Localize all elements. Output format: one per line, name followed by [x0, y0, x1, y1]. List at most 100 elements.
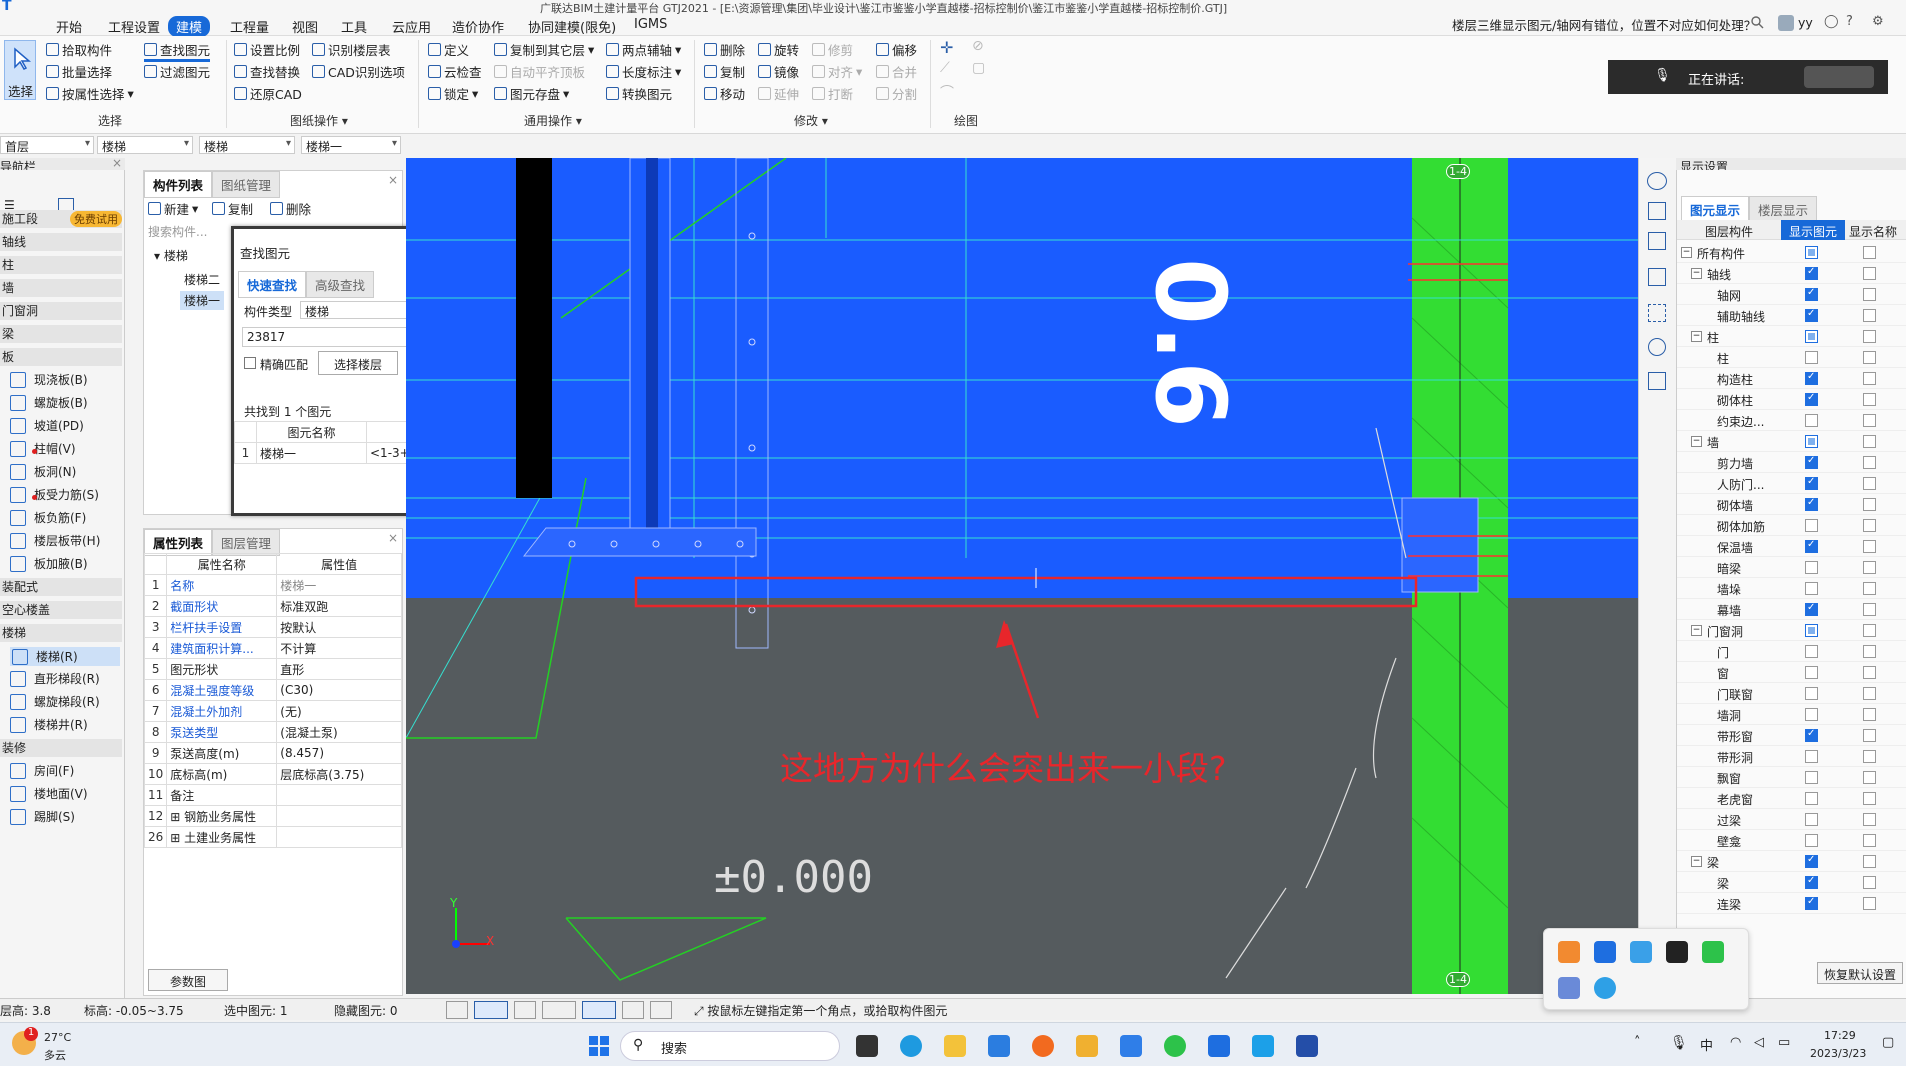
two-point-axis-button[interactable]: 两点辅轴 ▾ — [606, 40, 681, 59]
show-name-checkbox[interactable] — [1863, 519, 1876, 532]
orbit-icon[interactable] — [1647, 172, 1667, 190]
tree-item-stair-2[interactable]: 楼梯二 — [184, 271, 220, 288]
settings-icon[interactable]: ⚙ — [1872, 14, 1884, 29]
show-name-checkbox[interactable] — [1863, 351, 1876, 364]
show-element-checkbox[interactable] — [1805, 813, 1818, 826]
copy-button[interactable]: 复制 — [704, 62, 745, 81]
wechat-icon[interactable] — [1702, 941, 1724, 963]
batch-select-button[interactable]: 批量选择 — [46, 62, 112, 81]
menu-cost-collab[interactable]: 造价协作 — [444, 16, 512, 37]
search-icon[interactable] — [1750, 15, 1766, 31]
expand-icon[interactable]: ⊞ — [170, 831, 184, 845]
tree-root[interactable]: ▾ 楼梯 — [154, 247, 188, 264]
show-name-checkbox[interactable] — [1863, 330, 1876, 343]
table-row[interactable]: 7 混凝土外加剂 (无) — [143, 700, 402, 722]
component-dropdown[interactable]: 楼梯一 — [301, 136, 401, 154]
show-element-checkbox[interactable] — [1805, 645, 1818, 658]
show-element-checkbox[interactable] — [1805, 624, 1818, 637]
table-row[interactable]: 10 底标高(m) 层底标高(3.75) — [143, 763, 402, 785]
nav-category[interactable]: 柱 — [0, 256, 122, 274]
pick-component-button[interactable]: 拾取构件 — [46, 40, 112, 59]
polar-icon[interactable] — [582, 1001, 616, 1019]
show-element-checkbox[interactable] — [1805, 854, 1818, 868]
table-row[interactable]: 5 图元形状 直形 — [143, 658, 402, 680]
cad-options-button[interactable]: CAD识别选项 — [312, 62, 405, 81]
select-button[interactable]: 选择 — [4, 40, 36, 100]
merge-button[interactable]: 合并 — [876, 62, 917, 81]
show-name-checkbox[interactable] — [1863, 729, 1876, 742]
help-question[interactable]: 楼层三维显示图元/轴网有错位，位置不对应如何处理？ — [1452, 15, 1756, 34]
app-tray-icon[interactable] — [1558, 941, 1580, 963]
show-name-checkbox[interactable] — [1863, 897, 1876, 910]
panel-close-icon[interactable]: × — [388, 531, 398, 545]
align-button[interactable]: 对齐 ▾ — [812, 62, 862, 81]
copy-to-floor-button[interactable]: 复制到其它层 ▾ — [494, 40, 594, 59]
show-name-checkbox[interactable] — [1863, 540, 1876, 553]
show-element-checkbox[interactable] — [1805, 728, 1818, 742]
param-diagram-button[interactable]: 参数图 — [148, 969, 228, 991]
delete-component-button[interactable]: 删除 — [270, 199, 311, 218]
angle-snap-icon[interactable] — [542, 1001, 576, 1019]
nav-item[interactable]: 踢脚(S) — [10, 808, 75, 825]
nav-item[interactable]: 板受力筋(S) — [10, 486, 99, 503]
show-name-checkbox[interactable] — [1863, 246, 1876, 259]
convert-element-button[interactable]: 转换图元 — [606, 84, 672, 103]
nav-item[interactable]: 房间(F) — [10, 762, 74, 779]
show-element-checkbox[interactable] — [1805, 476, 1818, 490]
show-element-checkbox[interactable] — [1805, 266, 1818, 280]
tab-component-list[interactable]: 构件列表 — [144, 171, 213, 198]
free-trial-badge[interactable]: 免费试用 — [70, 211, 122, 227]
type-dropdown[interactable]: 楼梯 — [199, 136, 295, 154]
wechat-icon[interactable] — [1164, 1035, 1186, 1057]
show-name-checkbox[interactable] — [1863, 309, 1876, 322]
show-element-checkbox[interactable] — [1805, 539, 1818, 553]
restore-cad-button[interactable]: 还原CAD — [234, 84, 302, 103]
table-row[interactable]: 26 ⊞ 土建业务属性 — [143, 826, 402, 848]
show-element-checkbox[interactable] — [1805, 435, 1818, 448]
firefox-icon[interactable] — [1032, 1035, 1054, 1057]
nav-item[interactable]: 直形梯段(R) — [10, 670, 100, 687]
nav-item[interactable]: 楼地面(V) — [10, 785, 88, 802]
offset-button[interactable]: 偏移 — [876, 40, 917, 59]
show-element-checkbox[interactable] — [1805, 771, 1818, 784]
auto-align-slab-button[interactable]: 自动平齐顶板 — [494, 62, 585, 81]
app-icon[interactable] — [1120, 1035, 1142, 1057]
show-element-checkbox[interactable] — [1805, 750, 1818, 763]
zoom-extent-icon[interactable] — [1648, 304, 1666, 322]
show-name-checkbox[interactable] — [1863, 414, 1876, 427]
show-name-checkbox[interactable] — [1863, 750, 1876, 763]
extend-button[interactable]: 延伸 — [758, 84, 799, 103]
show-element-checkbox[interactable] — [1805, 330, 1818, 343]
tab-advanced-find[interactable]: 高级查找 — [306, 271, 375, 298]
close-icon[interactable]: × — [112, 156, 122, 170]
show-element-checkbox[interactable] — [1805, 371, 1818, 385]
table-row[interactable]: 11 备注 — [143, 784, 402, 806]
show-element-checkbox[interactable] — [1805, 351, 1818, 364]
show-element-checkbox[interactable] — [1805, 602, 1818, 616]
table-row[interactable]: 12 ⊞ 钢筋业务属性 — [143, 805, 402, 827]
menu-project-settings[interactable]: 工程设置 — [100, 16, 168, 37]
microphone-icon[interactable]: 🎙 — [1670, 1035, 1688, 1051]
category-dropdown[interactable]: 楼梯 — [97, 136, 193, 154]
show-element-checkbox[interactable] — [1805, 414, 1818, 427]
menu-igms[interactable]: IGMS — [626, 16, 675, 33]
snap-icon[interactable] — [474, 1001, 508, 1019]
show-name-checkbox[interactable] — [1863, 645, 1876, 658]
ime-indicator[interactable]: 中 — [1700, 1035, 1713, 1054]
find-element-button[interactable]: 查找图元 — [144, 40, 211, 62]
chevron-up-icon[interactable]: ˄ — [1634, 1035, 1641, 1050]
tab-property-list[interactable]: 属性列表 — [144, 529, 213, 556]
windows-start-icon[interactable] — [588, 1035, 610, 1057]
cad-icon[interactable] — [1296, 1035, 1318, 1057]
nav-item[interactable]: 板负筋(F) — [10, 509, 86, 526]
nav-category[interactable]: 装配式 — [0, 578, 122, 596]
show-name-checkbox[interactable] — [1863, 855, 1876, 868]
nav-item[interactable]: 板洞(N) — [10, 463, 76, 480]
col-show-element[interactable]: 显示图元 — [1781, 220, 1845, 240]
app-tray-icon[interactable] — [1594, 977, 1616, 999]
tree-item-stair-1[interactable]: 楼梯一 — [180, 291, 225, 310]
display-settings-icon[interactable] — [1648, 372, 1666, 390]
arc-draw-icon[interactable]: ⌒ — [940, 82, 954, 102]
delete-button[interactable]: 删除 — [704, 40, 745, 59]
cube-view-icon[interactable] — [1648, 268, 1666, 286]
